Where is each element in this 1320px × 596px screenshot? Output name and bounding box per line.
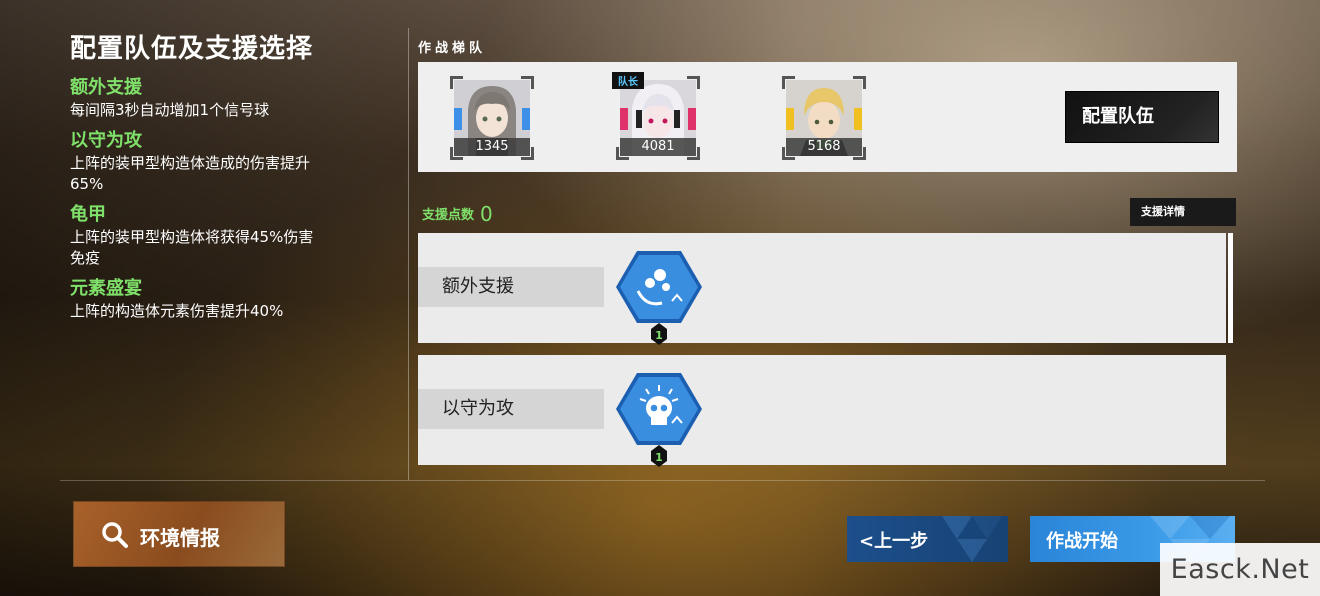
support-card-label: 以守为攻 (418, 389, 604, 429)
search-icon (102, 522, 128, 548)
effect-name: 以守为攻 (70, 130, 142, 151)
effect-desc: 上阵的装甲型构造体造成的伤害提升 (70, 154, 311, 172)
effect-name: 额外支援 (70, 77, 142, 98)
support-detail-button[interactable]: 支援详情 (1130, 198, 1236, 226)
effect-desc: 每间隔3秒自动增加1个信号球 (70, 101, 270, 119)
effect-item: 以守为攻 上阵的装甲型构造体造成的伤害提升 65% (70, 129, 380, 195)
skull-defense-icon[interactable]: 1 (616, 371, 702, 467)
effect-name: 元素盛宴 (70, 278, 142, 299)
support-points: 支援点数 0 (422, 202, 493, 226)
support-points-value: 0 (480, 202, 493, 226)
frame-corner (450, 76, 463, 89)
team-member-slot-2[interactable]: 队长 4081 (612, 72, 700, 160)
decor-triangles (942, 516, 1002, 562)
back-button-label: <上一步 (859, 531, 929, 552)
effect-item: 龟甲 上阵的装甲型构造体将获得45%伤害 免疫 (70, 203, 380, 269)
effect-item: 元素盛宴 上阵的构造体元素伤害提升40% (70, 277, 380, 322)
effects-list: 额外支援 每间隔3秒自动增加1个信号球 以守为攻 上阵的装甲型构造体造成的伤害提… (70, 76, 380, 330)
chevron-left-icon: < (859, 531, 875, 552)
support-level: 1 (655, 451, 663, 464)
effect-item: 额外支援 每间隔3秒自动增加1个信号球 (70, 76, 380, 121)
team-member-slot-1[interactable]: 1345 (450, 76, 534, 160)
support-card[interactable]: 额外支援 1 (418, 233, 1226, 345)
frame-corner (853, 76, 866, 89)
support-card-label: 额外支援 (418, 267, 604, 307)
team-label: 作战梯队 (418, 41, 487, 56)
configure-team-button[interactable]: 配置队伍 (1066, 92, 1218, 142)
start-battle-label: 作战开始 (1046, 531, 1118, 552)
environment-info-label: 环境情报 (140, 526, 220, 550)
member-power: 1345 (454, 138, 530, 156)
back-button[interactable]: <上一步 (847, 516, 1008, 562)
member-power: 5168 (786, 138, 862, 156)
environment-info-button[interactable]: 环境情报 (73, 501, 285, 567)
effect-desc: 免疫 (70, 249, 101, 267)
effect-desc: 上阵的构造体元素伤害提升40% (70, 302, 284, 320)
effect-desc: 65% (70, 175, 104, 193)
effect-name: 龟甲 (70, 204, 106, 225)
extra-support-icon[interactable]: 1 (616, 249, 702, 345)
vertical-divider (408, 28, 409, 480)
page-title: 配置队伍及支援选择 (70, 34, 314, 64)
horizontal-divider (60, 480, 1265, 481)
support-points-label: 支援点数 (422, 208, 475, 223)
frame-corner (521, 76, 534, 89)
support-level: 1 (655, 329, 663, 342)
leader-badge: 队长 (612, 72, 644, 89)
member-power: 4081 (620, 138, 696, 156)
frame-corner (782, 76, 795, 89)
frame-corner (687, 76, 700, 89)
support-card[interactable]: 以守为攻 1 (418, 355, 1226, 467)
watermark: Easck.Net (1160, 543, 1320, 596)
team-panel: 1345 队长 4081 5168 配置队伍 (418, 62, 1237, 172)
team-member-slot-3[interactable]: 5168 (782, 76, 866, 160)
support-scrollbar[interactable] (1228, 233, 1233, 343)
effect-desc: 上阵的装甲型构造体将获得45%伤害 (70, 228, 314, 246)
